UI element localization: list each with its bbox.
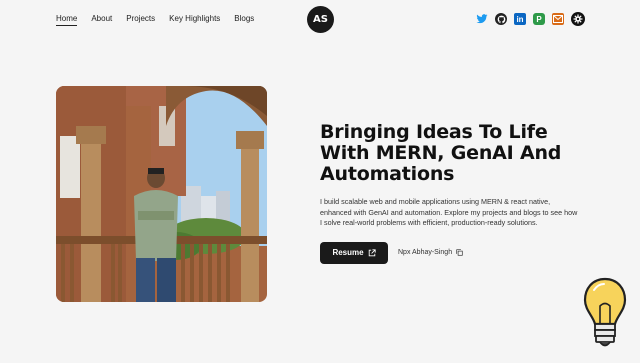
hero-description: I build scalable web and mobile applicat… xyxy=(320,197,578,227)
nav-about[interactable]: About xyxy=(91,14,112,26)
settings-icon[interactable] xyxy=(571,12,585,26)
github-icon[interactable] xyxy=(495,13,507,25)
linkedin-icon[interactable]: in xyxy=(514,13,526,25)
nav-projects[interactable]: Projects xyxy=(126,14,155,26)
profile-photo xyxy=(56,86,267,302)
copy-icon[interactable] xyxy=(456,249,463,256)
hero-section: Bringing Ideas To Life With MERN, GenAI … xyxy=(320,122,590,264)
logo-avatar[interactable]: AS xyxy=(307,6,334,33)
mail-icon[interactable] xyxy=(552,13,564,25)
external-link-icon xyxy=(368,248,376,256)
nav-home[interactable]: Home xyxy=(56,14,78,26)
resume-button[interactable]: Resume xyxy=(320,241,388,264)
hero-actions: Resume Npx Abhay-Singh xyxy=(320,241,590,264)
social-links: in P xyxy=(476,12,585,26)
resume-label: Resume xyxy=(332,248,364,257)
npx-command[interactable]: Npx Abhay-Singh xyxy=(398,249,463,256)
nav-key-highlights[interactable]: Key Highlights xyxy=(169,14,220,26)
main-nav: Home About Projects Key Highlights Blogs xyxy=(56,14,254,26)
npx-command-text: Npx Abhay-Singh xyxy=(398,249,453,256)
lightbulb-icon[interactable] xyxy=(582,276,628,352)
hero-title: Bringing Ideas To Life With MERN, GenAI … xyxy=(320,121,562,185)
nav-blogs[interactable]: Blogs xyxy=(234,14,254,26)
twitter-icon[interactable] xyxy=(476,13,488,25)
peerlist-icon[interactable]: P xyxy=(533,13,545,25)
